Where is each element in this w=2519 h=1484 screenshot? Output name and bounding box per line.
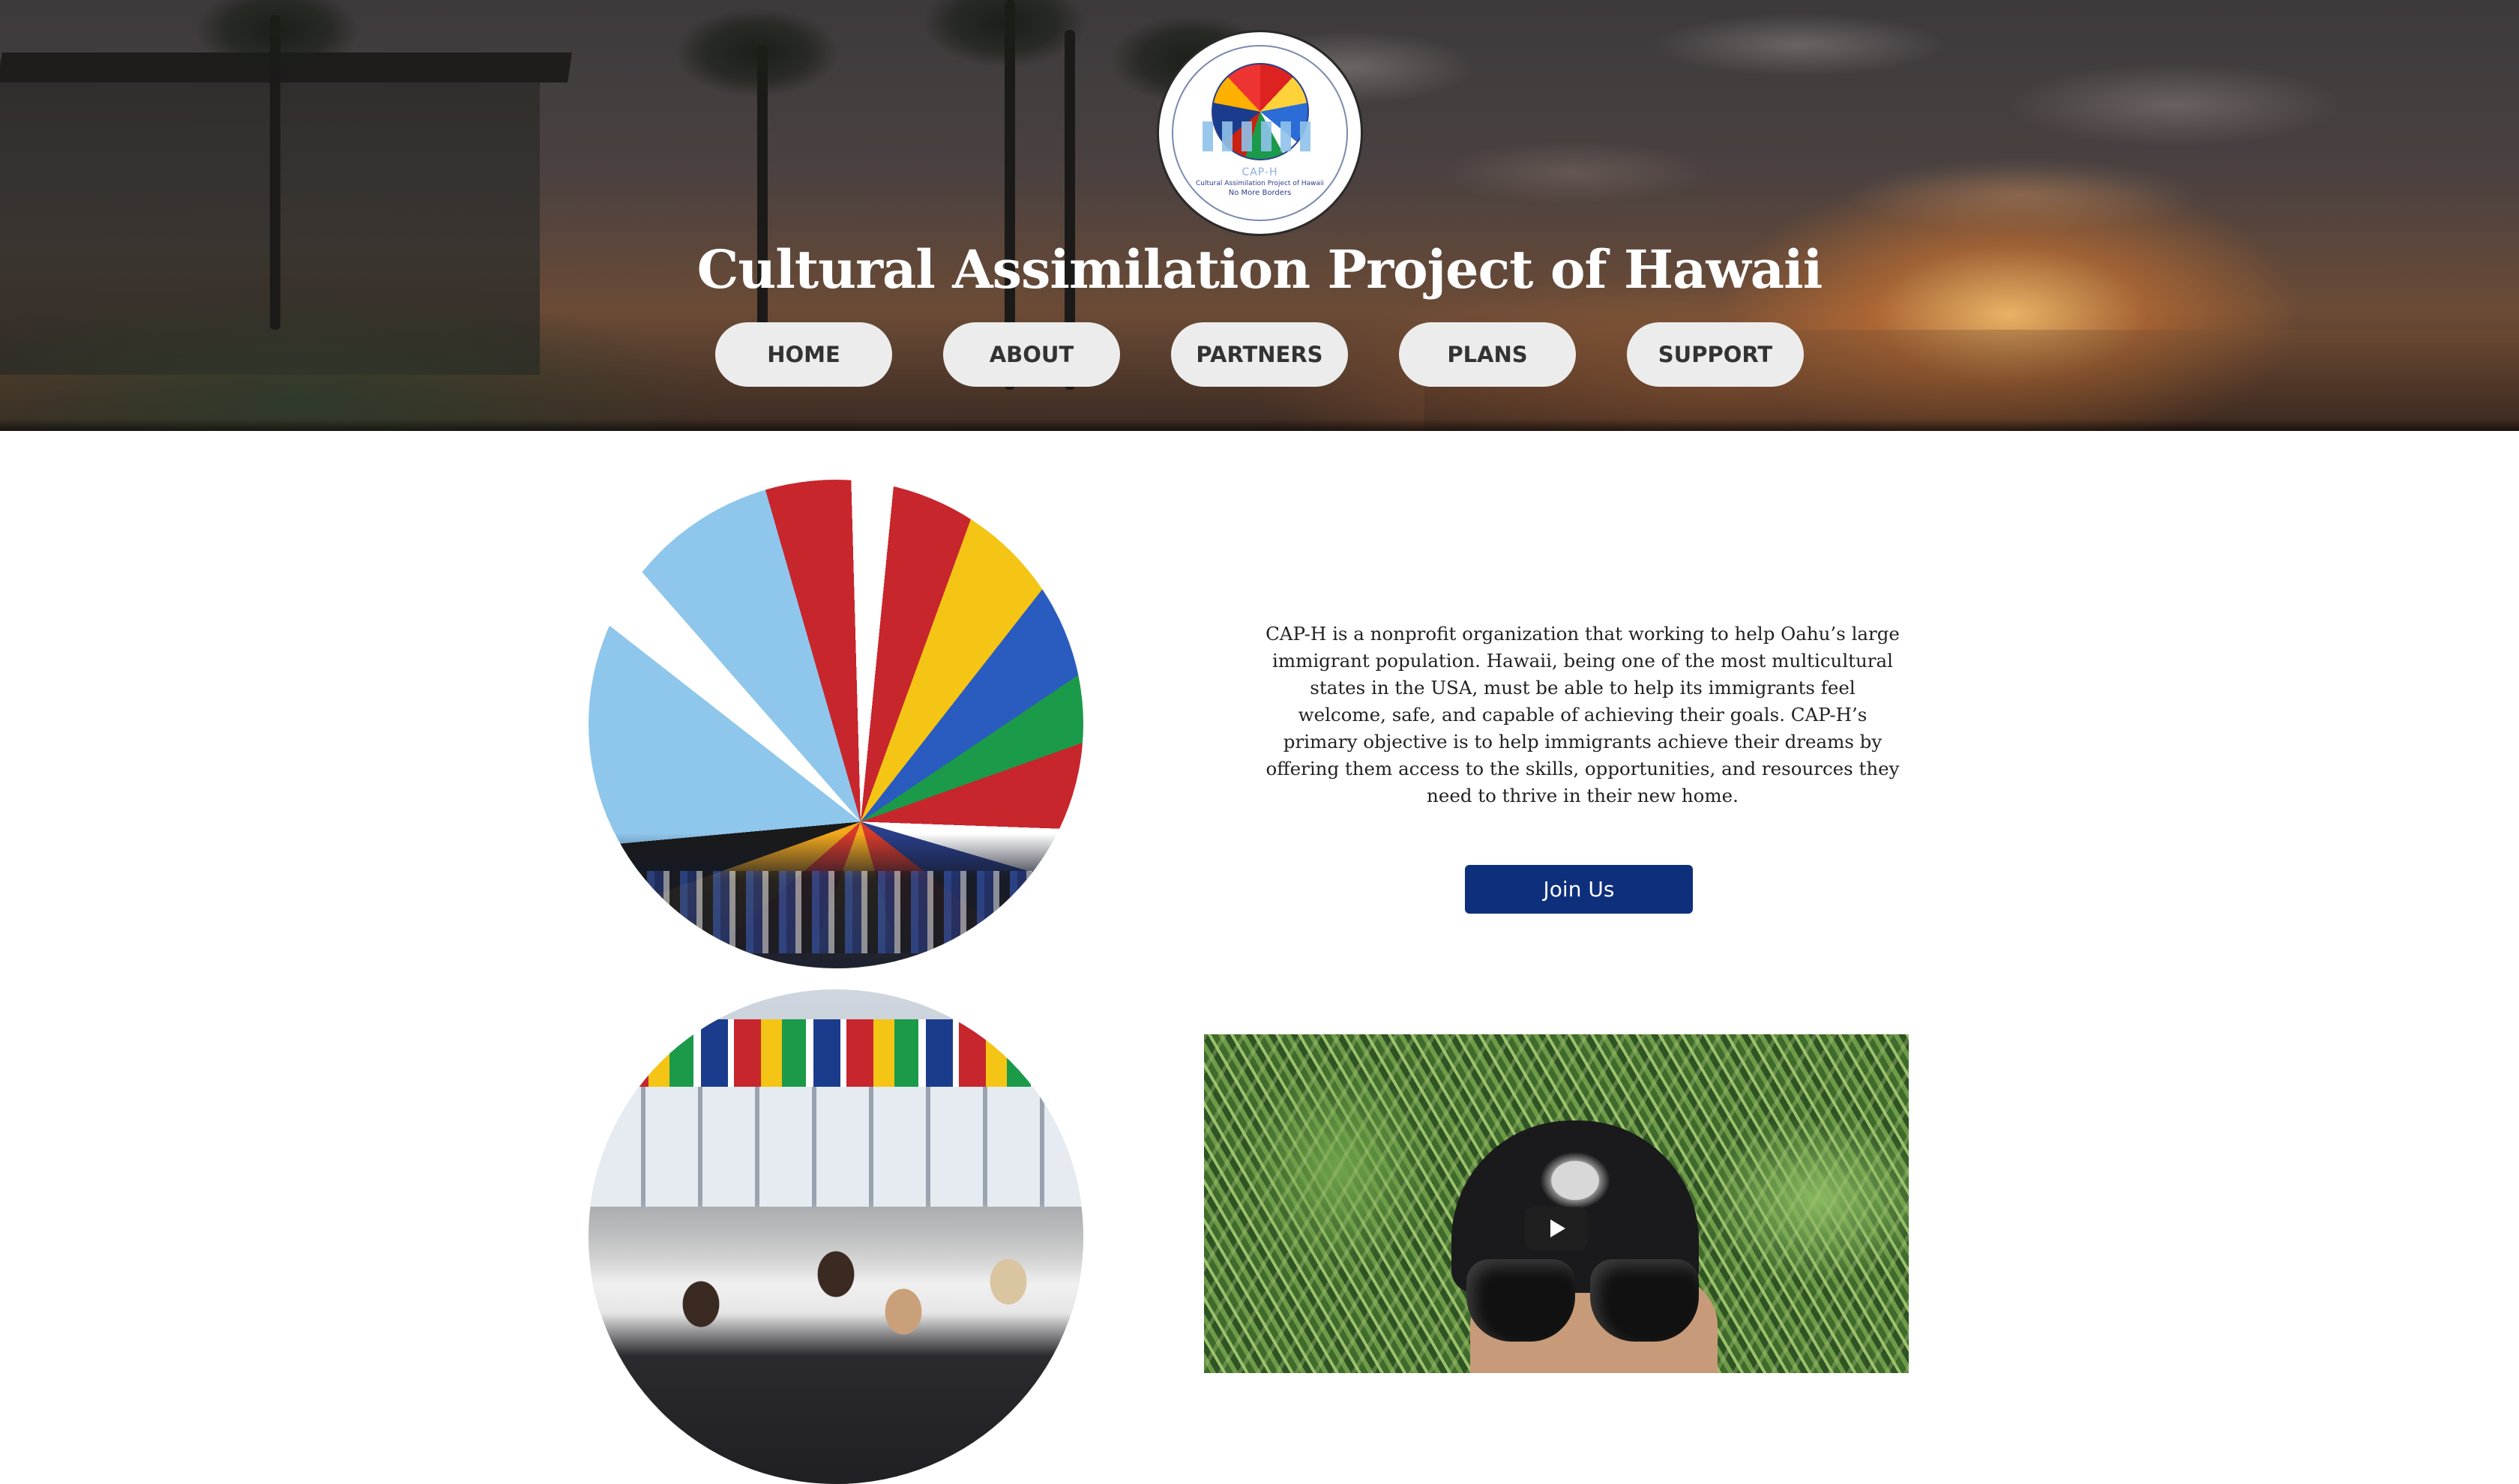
- join-us-button[interactable]: Join Us: [1465, 865, 1693, 914]
- video-player[interactable]: [1204, 1034, 1909, 1373]
- classroom-people: [589, 1199, 1083, 1484]
- nav-about-button[interactable]: ABOUT: [943, 322, 1120, 387]
- logo-tagline: No More Borders: [1228, 189, 1292, 197]
- site-logo[interactable]: CAP-H Cultural Assimilation Project of H…: [1157, 30, 1363, 236]
- logo-badge: CAP-H Cultural Assimilation Project of H…: [1172, 45, 1348, 221]
- flags-crowd-photo: [589, 480, 1083, 968]
- hero-banner: CAP-H Cultural Assimilation Project of H…: [0, 0, 2519, 431]
- classroom-windows: [589, 1087, 1083, 1207]
- people-icon: [1202, 121, 1318, 151]
- logo-full-name: Cultural Assimilation Project of Hawaii: [1195, 180, 1325, 187]
- flag-bunting: [589, 1019, 1083, 1087]
- about-paragraph: CAP-H is a nonprofit organization that w…: [1265, 623, 1900, 806]
- globe-icon: [1202, 63, 1318, 160]
- logo-acronym: CAP-H: [1242, 166, 1278, 178]
- cap-logo: [1534, 1147, 1616, 1214]
- sunglasses: [1466, 1259, 1699, 1342]
- palm-fronds: [922, 0, 1087, 67]
- nav-plans-button[interactable]: PLANS: [1399, 322, 1576, 387]
- main-nav: HOME ABOUT PARTNERS PLANS SUPPORT: [715, 322, 1804, 387]
- nav-home-button[interactable]: HOME: [715, 322, 892, 387]
- video-play-button[interactable]: [1525, 1207, 1588, 1250]
- play-icon: [1550, 1219, 1565, 1237]
- classroom-photo: [589, 989, 1083, 1484]
- site-title: Cultural Assimilation Project of Hawaii: [696, 238, 1823, 301]
- palm-fronds: [195, 0, 360, 75]
- crowd-photo-detail: [589, 833, 1083, 968]
- nav-partners-button[interactable]: PARTNERS: [1171, 322, 1348, 387]
- palm-fronds: [675, 7, 840, 97]
- nav-support-button[interactable]: SUPPORT: [1627, 322, 1804, 387]
